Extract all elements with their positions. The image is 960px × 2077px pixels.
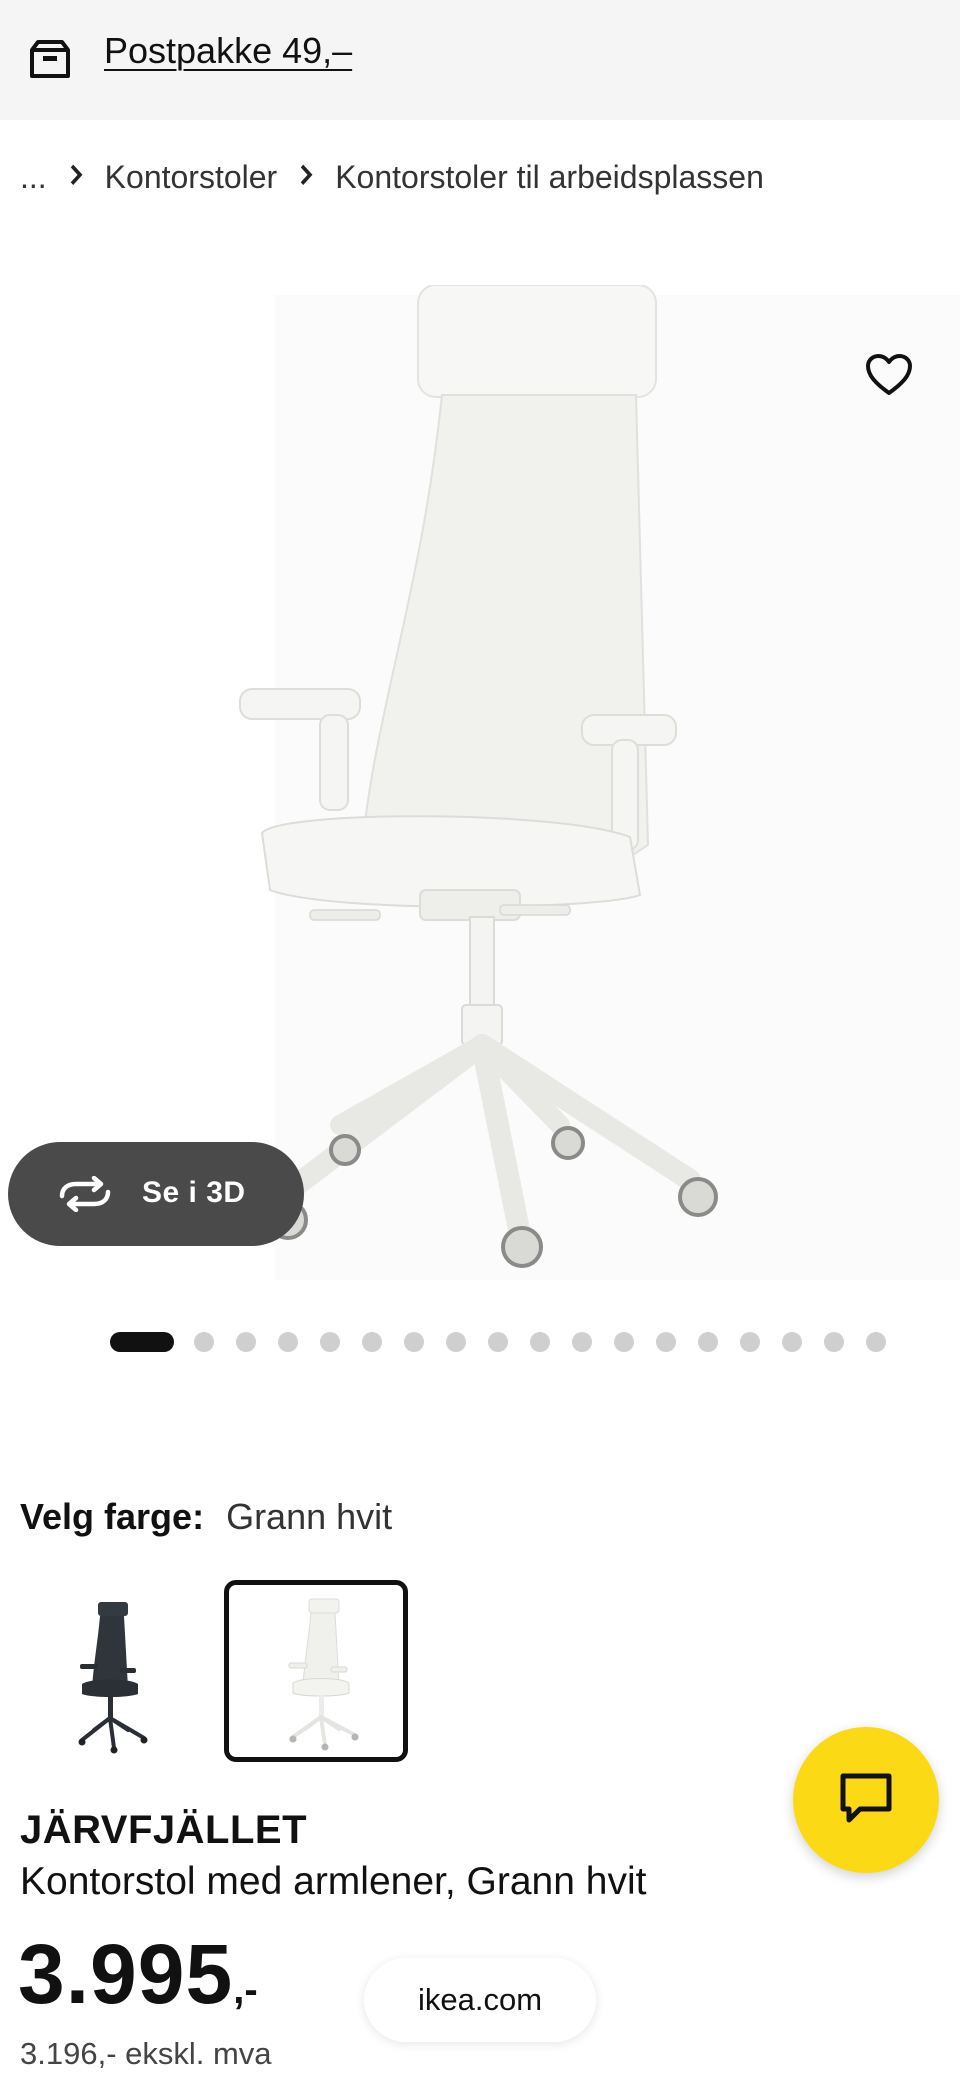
breadcrumb: ... Kontorstoler Kontorstoler til arbeid… <box>20 154 764 200</box>
heart-outline-icon <box>865 353 913 402</box>
carousel-dot[interactable] <box>656 1332 676 1352</box>
favorite-button[interactable] <box>852 340 926 414</box>
delivery-box-icon <box>28 36 72 80</box>
delivery-banner[interactable]: Postpakke 49,– <box>0 0 960 120</box>
carousel-dot[interactable] <box>740 1332 760 1352</box>
breadcrumb-item-arbeidsplassen[interactable]: Kontorstoler til arbeidsplassen <box>335 159 764 196</box>
carousel-dot[interactable] <box>236 1332 256 1352</box>
carousel-dot-active[interactable] <box>110 1332 174 1352</box>
chat-button[interactable] <box>793 1727 939 1873</box>
breadcrumb-ellipsis[interactable]: ... <box>20 159 47 196</box>
carousel-dot[interactable] <box>698 1332 718 1352</box>
carousel-dot[interactable] <box>572 1332 592 1352</box>
black-office-chair-thumbnail <box>78 1602 148 1754</box>
view-in-3d-label: Se i 3D <box>142 1176 246 1209</box>
breadcrumb-item-kontorstoler[interactable]: Kontorstoler <box>105 159 278 196</box>
carousel-dot[interactable] <box>824 1332 844 1352</box>
carousel-dot[interactable] <box>404 1332 424 1352</box>
product-price: 3.995 ,- <box>18 1932 258 2016</box>
product-image-gallery[interactable] <box>0 285 960 1285</box>
white-office-chair-thumbnail <box>288 1598 359 1751</box>
chevron-right-icon <box>299 159 313 194</box>
chevron-right-icon <box>69 159 83 194</box>
carousel-dot[interactable] <box>782 1332 802 1352</box>
price-excluding-vat: 3.196,- ekskl. mva <box>20 2036 272 2071</box>
carousel-dot[interactable] <box>446 1332 466 1352</box>
carousel-dot[interactable] <box>362 1332 382 1352</box>
carousel-indicator[interactable] <box>110 1330 908 1354</box>
price-value: 3.995 <box>18 1927 234 2021</box>
color-selector-heading: Velg farge: Grann hvit <box>20 1496 392 1538</box>
carousel-dot[interactable] <box>278 1332 298 1352</box>
view-in-3d-button[interactable]: Se i 3D <box>8 1142 304 1246</box>
color-label: Velg farge: <box>20 1496 205 1537</box>
carousel-dot[interactable] <box>488 1332 508 1352</box>
carousel-dot[interactable] <box>320 1332 340 1352</box>
price-suffix: ,- <box>233 1968 258 2012</box>
product-description: Kontorstol med armlener, Grann hvit <box>20 1860 647 1903</box>
black-chair-swatch[interactable] <box>20 1580 204 1762</box>
carousel-dot[interactable] <box>530 1332 550 1352</box>
selected-color-value: Grann hvit <box>226 1496 393 1537</box>
chat-bubble-icon <box>838 1771 894 1830</box>
white-chair-swatch[interactable] <box>224 1580 408 1762</box>
carousel-dot[interactable] <box>866 1332 886 1352</box>
browser-url-pill[interactable]: ikea.com <box>364 1958 596 2042</box>
rotate-3d-icon <box>54 1175 116 1213</box>
delivery-price-link[interactable]: Postpakke 49,– <box>104 30 352 72</box>
product-image-white-office-chair <box>239 285 718 1268</box>
carousel-dot[interactable] <box>194 1332 214 1352</box>
carousel-dot[interactable] <box>614 1332 634 1352</box>
product-name: JÄRVFJÄLLET <box>20 1808 308 1852</box>
